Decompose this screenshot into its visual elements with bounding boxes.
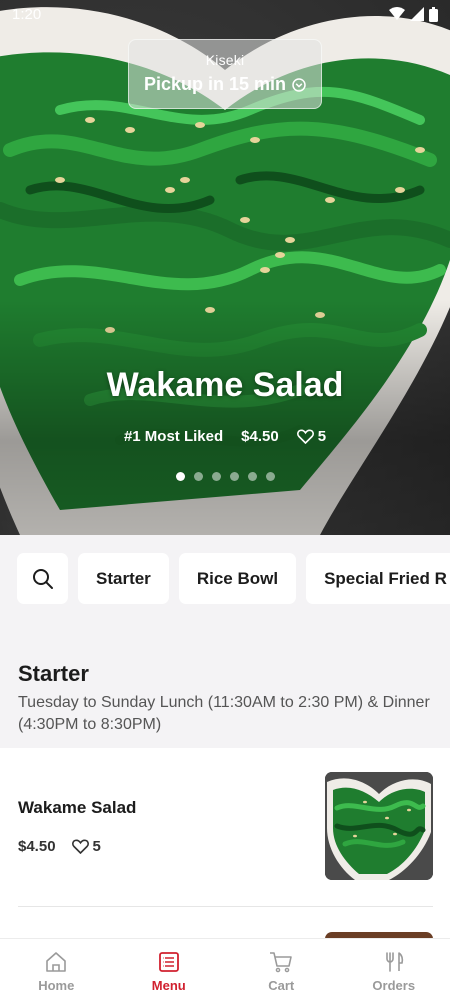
hero-banner[interactable]: 1:20 Kiseki Pickup in 15 min Wakame Sala… — [0, 0, 450, 535]
item-meta: $4.50 5 — [18, 838, 101, 855]
pickup-selector[interactable]: Kiseki Pickup in 15 min — [128, 39, 322, 109]
category-chip[interactable]: Rice Bowl — [178, 553, 297, 604]
section-subtitle: Tuesday to Sunday Lunch (11:30AM to 2:30… — [18, 694, 430, 733]
status-time: 1:20 — [12, 5, 42, 23]
pickup-eta-label: Pickup in 15 min — [143, 74, 287, 94]
category-chip[interactable]: Starter — [78, 553, 169, 604]
category-chips[interactable]: Starter Rice Bowl Special Fried R — [17, 553, 450, 604]
item-thumbnail — [325, 772, 433, 880]
item-likes-count: 5 — [92, 838, 101, 855]
cart-icon — [270, 952, 293, 973]
heart-icon — [71, 839, 89, 854]
nav-cart-label: Cart — [268, 978, 295, 993]
heart-icon — [296, 429, 314, 444]
hero-shade — [0, 300, 450, 535]
carousel-dot[interactable] — [247, 472, 257, 481]
category-chip[interactable]: Special Fried R — [306, 553, 450, 604]
carousel-dot[interactable] — [229, 472, 239, 481]
search-icon — [32, 568, 53, 589]
carousel-dots[interactable] — [0, 472, 450, 481]
wifi-icon — [389, 7, 405, 20]
nav-menu-label: Menu — [151, 978, 186, 993]
section-title: Starter — [18, 661, 89, 686]
carousel-dot[interactable] — [211, 472, 221, 481]
menu-icon — [158, 952, 179, 972]
item-name: Wakame Salad — [18, 798, 137, 817]
item-likes: 5 — [71, 838, 101, 855]
hero-badge: #1 Most Liked — [123, 428, 224, 445]
nav-menu[interactable]: Menu — [113, 939, 226, 1000]
store-name: Kiseki — [205, 52, 245, 68]
nav-cart[interactable]: Cart — [225, 939, 338, 1000]
hero-price: $4.50 — [241, 428, 279, 445]
chevron-down-circle-icon — [292, 77, 306, 92]
home-icon — [46, 952, 67, 972]
nav-orders-label: Orders — [372, 978, 416, 993]
bottom-nav: Home Menu Cart Orders — [0, 938, 450, 1000]
battery-icon — [429, 6, 438, 22]
hero-meta: #1 Most Liked $4.50 5 — [0, 428, 450, 445]
hero-likes: 5 — [296, 428, 327, 445]
nav-orders[interactable]: Orders — [338, 939, 450, 1000]
pickup-eta: Pickup in 15 min — [129, 74, 321, 95]
nav-home-label: Home — [38, 978, 75, 993]
status-icons — [389, 6, 438, 22]
carousel-dot[interactable] — [265, 472, 275, 481]
cell-signal-icon — [410, 7, 424, 21]
search-button[interactable] — [17, 553, 68, 604]
carousel-dot[interactable] — [175, 472, 185, 481]
fork-knife-icon — [385, 952, 403, 972]
carousel-dot[interactable] — [193, 472, 203, 481]
menu-item[interactable]: Wakame Salad $4.50 5 — [18, 772, 433, 882]
nav-home[interactable]: Home — [0, 939, 113, 1000]
item-price: $4.50 — [18, 838, 56, 855]
hero-title: Wakame Salad — [106, 366, 344, 404]
item-divider — [18, 906, 433, 907]
hero-likes-count: 5 — [317, 428, 327, 445]
status-bar: 1:20 — [0, 0, 450, 28]
